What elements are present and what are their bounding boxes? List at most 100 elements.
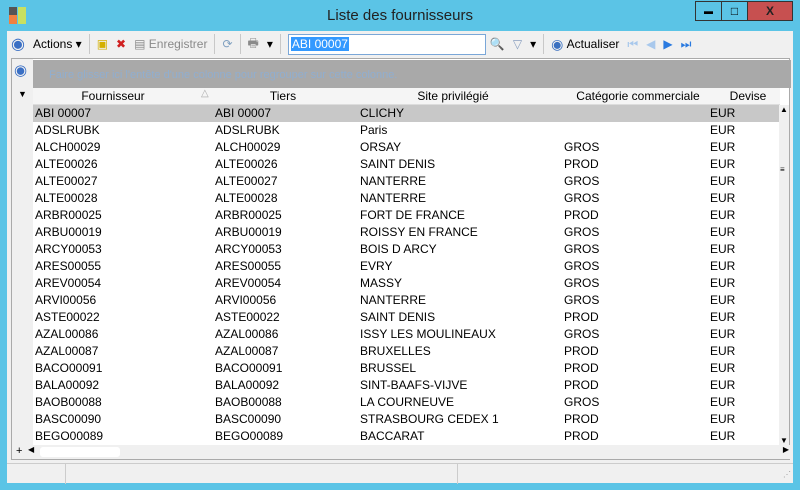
vertical-scrollbar[interactable]: ▲ ≡ ▼	[779, 105, 789, 445]
scroll-thumb[interactable]	[40, 447, 120, 457]
actions-menu[interactable]: Actions ▾	[29, 33, 86, 55]
cell-devise: EUR	[710, 140, 736, 154]
table-row[interactable]: BEGO00089 BEGO00089 BACCARAT PROD EUR	[33, 428, 780, 445]
target-icon[interactable]: ◉	[7, 33, 29, 55]
grid-rows: ABI 00007 ABI 00007 CLICHY EUR ADSLRUBK ADSLR…	[33, 105, 780, 445]
table-row[interactable]: AREV00054 AREV00054 MASSY GROS EUR	[33, 275, 780, 292]
maximize-button[interactable]: □	[721, 1, 748, 21]
search-input[interactable]: ABI 00007	[287, 33, 486, 55]
suppliers-grid: ◉ ▼ Faire glisser ici l'entête d'une col…	[11, 58, 791, 460]
cell-site: STRASBOURG CEDEX 1	[360, 412, 499, 426]
cell-categorie: GROS	[564, 225, 600, 239]
status-bar: ⋰	[7, 463, 793, 484]
filter-dropdown-icon[interactable]: ▾	[526, 33, 540, 55]
title-bar: Liste des fournisseurs ▬ □ X	[0, 0, 800, 31]
table-row[interactable]: ADSLRUBK ADSLRUBK Paris EUR	[33, 122, 780, 139]
table-row[interactable]: ALTE00026 ALTE00026 SAINT DENIS PROD EUR	[33, 156, 780, 173]
save-label: Enregistrer	[148, 37, 208, 51]
cell-site: ORSAY	[360, 140, 402, 154]
cell-categorie: GROS	[564, 174, 600, 188]
cell-categorie: PROD	[564, 157, 599, 171]
cell-site: NANTERRE	[360, 293, 427, 307]
table-row[interactable]: BAOB00088 BAOB00088 LA COURNEUVE GROS EUR	[33, 394, 780, 411]
cell-devise: EUR	[710, 429, 736, 443]
cell-tiers: ARBU00019	[215, 225, 282, 239]
table-row[interactable]: ARBR00025 ARBR00025 FORT DE FRANCE PROD EUR	[33, 207, 780, 224]
scroll-grip: ≡	[780, 165, 785, 174]
column-header-site[interactable]: Site privilégié	[363, 89, 543, 103]
cell-tiers: AREV00054	[215, 276, 282, 290]
cell-fournisseur: ARVI00056	[35, 293, 97, 307]
cell-tiers: BACO00091	[215, 361, 283, 375]
print-icon[interactable]: 🖶	[244, 33, 263, 55]
cell-fournisseur: ARBU00019	[35, 225, 102, 239]
cell-tiers: ADSLRUBK	[215, 123, 280, 137]
new-icon[interactable]: ▣	[93, 33, 112, 55]
minimize-button[interactable]: ▬	[695, 1, 722, 21]
cell-site: SAINT DENIS	[360, 310, 436, 324]
cell-site: MASSY	[360, 276, 403, 290]
table-row[interactable]: ARBU00019 ARBU00019 ROISSY EN FRANCE GROS EU…	[33, 224, 780, 241]
cell-devise: EUR	[710, 310, 736, 324]
cell-devise: EUR	[710, 378, 736, 392]
cell-fournisseur: ADSLRUBK	[35, 123, 100, 137]
cell-tiers: ARCY00053	[215, 242, 282, 256]
cell-categorie: PROD	[564, 429, 599, 443]
print-dropdown-icon[interactable]: ▾	[263, 33, 277, 55]
table-row[interactable]: AZAL00087 AZAL00087 BRUXELLES PROD EUR	[33, 343, 780, 360]
table-row[interactable]: ALCH00029 ALCH00029 ORSAY GROS EUR	[33, 139, 780, 156]
window-client: ◉ Actions ▾ ▣ ✖ ▤ Enregistrer ⟳ 🖶 ▾ ABI …	[7, 31, 793, 484]
group-by-panel[interactable]: Faire glisser ici l'entête d'une colonne…	[33, 60, 791, 88]
grid-left-column: ◉ ▼	[12, 59, 33, 459]
cell-categorie: PROD	[564, 361, 599, 375]
search-icon[interactable]: 🔍	[486, 33, 509, 55]
table-row[interactable]: ARES00055 ARES00055 EVRY GROS EUR	[33, 258, 780, 275]
add-icon[interactable]: +	[16, 445, 22, 457]
previous-page-icon[interactable]: ◀	[642, 33, 659, 55]
table-row[interactable]: ARCY00053 ARCY00053 BOIS D ARCY GROS EUR	[33, 241, 780, 258]
save-icon: ▤	[134, 37, 146, 51]
cell-tiers: BAOB00088	[215, 395, 282, 409]
table-row[interactable]: ALTE00028 ALTE00028 NANTERRE GROS EUR	[33, 190, 780, 207]
cell-devise: EUR	[710, 123, 736, 137]
cell-fournisseur: ALTE00028	[35, 191, 98, 205]
table-row[interactable]: ASTE00022 ASTE00022 SAINT DENIS PROD EUR	[33, 309, 780, 326]
table-row[interactable]: BASC00090 BASC00090 STRASBOURG CEDEX 1 PROD…	[33, 411, 780, 428]
column-chooser-icon[interactable]: ◉	[14, 61, 27, 79]
cell-fournisseur: AZAL00087	[35, 344, 99, 358]
column-header-fournisseur[interactable]: Fournisseur	[33, 89, 193, 103]
column-header-categorie[interactable]: Catégorie commerciale	[563, 89, 713, 103]
search-value: ABI 00007	[290, 36, 349, 51]
table-row[interactable]: AZAL00086 AZAL00086 ISSY LES MOULINEAUX GRO…	[33, 326, 780, 343]
table-row[interactable]: ALTE00027 ALTE00027 NANTERRE GROS EUR	[33, 173, 780, 190]
cell-site: SAINT DENIS	[360, 157, 436, 171]
actions-label: Actions	[32, 37, 73, 51]
first-page-icon[interactable]: ⏮	[623, 33, 642, 55]
filter-icon[interactable]: ▽	[509, 33, 526, 55]
table-row[interactable]: BACO00091 BACO00091 BRUSSEL PROD EUR	[33, 360, 780, 377]
sort-ascending-icon: △	[201, 88, 209, 99]
cell-site: ROISSY EN FRANCE	[360, 225, 478, 239]
refresh-button[interactable]: ◉ Actualiser	[547, 33, 623, 55]
column-header-tiers[interactable]: Tiers	[213, 89, 353, 103]
row-menu-icon[interactable]: ▼	[18, 89, 27, 99]
delete-icon[interactable]: ✖	[112, 33, 130, 55]
cell-devise: EUR	[710, 157, 736, 171]
table-row[interactable]: ARVI00056 ARVI00056 NANTERRE GROS EUR	[33, 292, 780, 309]
sync-icon[interactable]: ⟳	[218, 33, 236, 55]
table-row[interactable]: BALA00092 BALA00092 SINT-BAAFS-VIJVE PROD EU…	[33, 377, 780, 394]
next-page-icon[interactable]: ▶	[659, 33, 676, 55]
last-page-icon[interactable]: ⏭	[677, 33, 696, 55]
cell-categorie: GROS	[564, 140, 600, 154]
cell-fournisseur: ARCY00053	[35, 242, 102, 256]
cell-devise: EUR	[710, 276, 736, 290]
column-header-devise[interactable]: Devise	[718, 89, 778, 103]
resize-grip-icon[interactable]: ⋰	[783, 470, 791, 479]
horizontal-scrollbar[interactable]: + ◀ ▶	[12, 445, 791, 459]
cell-fournisseur: AREV00054	[35, 276, 102, 290]
table-row[interactable]: ABI 00007 ABI 00007 CLICHY EUR	[33, 105, 780, 122]
save-button[interactable]: ▤ Enregistrer	[130, 33, 211, 55]
cell-categorie: GROS	[564, 395, 600, 409]
cell-tiers: ARVI00056	[215, 293, 277, 307]
close-button[interactable]: X	[747, 1, 793, 21]
